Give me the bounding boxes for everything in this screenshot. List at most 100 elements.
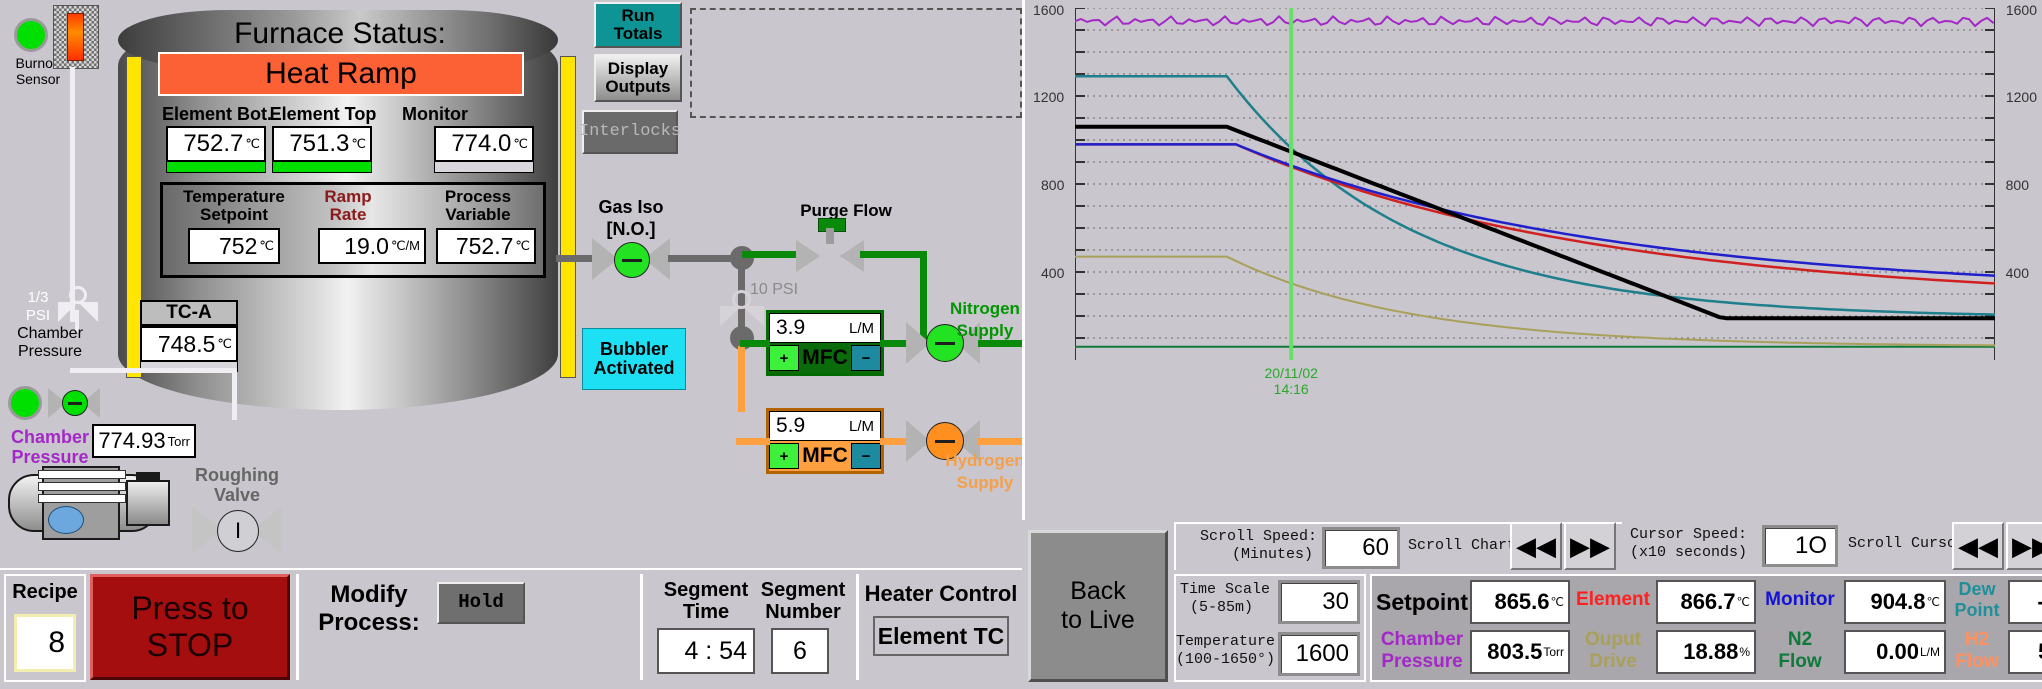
scroll-chart-forward-button[interactable]: ▶▶ [1564,522,1616,570]
time-scale-value-field[interactable]: 30 [1278,580,1360,624]
purge-flow-valve[interactable] [796,218,864,272]
readout-label-output-drive-line1: Ouput [1585,629,1641,650]
h2-pipe-mid [880,438,908,445]
readout-value-setpoint: 865.6 [1494,589,1550,614]
readout-label-setpoint: Setpoint [1376,589,1468,615]
ramp-rate-label-line2: Rate [329,205,367,224]
scroll-cursor-back-button[interactable]: ◀◀ [1952,522,2004,570]
element-bot-value: 752.7 [183,130,244,157]
purge-pipe-out [860,251,926,258]
scroll-cursor-forward-button[interactable]: ▶▶ [2006,522,2042,570]
segment-number-label-line1: Segment [760,579,846,601]
gas-iso-valve[interactable] [592,238,670,280]
readout-value-h2-flow-box: 5.03 L/M [2008,630,2042,674]
mimic-panel: Burnoff Sensor Furnace Status: Heat Ramp… [0,0,1025,568]
chamber-pressure-lamp[interactable] [8,386,42,420]
ramp-rate-value-box[interactable]: 19.0 ℃/M [318,228,426,264]
modify-process-label-line2: Process: [318,609,420,636]
monitor-value-box[interactable]: 774.0 ℃ [434,126,534,162]
h2-flow-value: 5.9 [776,414,806,437]
gas-iso-label-line2: [N.O.] [606,219,656,239]
segment-time-value-box[interactable]: 4 : 54 [657,628,755,674]
burnoff-sensor-label-line2: Sensor [15,71,61,87]
h2-mfc-decrease-button[interactable]: − [851,443,881,469]
burnoff-indicator-lamp[interactable] [14,18,48,52]
process-variable-label-line2: Variable [445,205,511,224]
h2-mfc[interactable]: 5.9 L/M + MFC − [766,408,884,474]
display-outputs-button[interactable]: Display Outputs [594,54,682,102]
readout-value-monitor-box: 904.8 ℃ [1844,580,1946,624]
stop-button[interactable]: Press to STOP [90,574,290,680]
gas-iso-pipe-in [556,255,592,262]
heater-control-value: Element TC [877,622,1005,649]
readout-value-output-drive-box: 18.88 % [1656,630,1756,674]
cursor-speed-label-line2: (x10 seconds) [1630,544,1748,561]
chart-ytick-right-1200: 1200 [2005,89,2037,105]
readout-label-dew-point-line1: Dew [1958,579,1996,599]
temperature-range-value-field[interactable]: 1600 [1278,632,1360,676]
recipe-value-box[interactable]: 8 [14,614,76,672]
element-top-unit: ℃ [351,136,366,151]
back-to-live-label-line1: Back [1070,577,1126,605]
element-top-value-box[interactable]: 751.3 ℃ [272,126,372,162]
temperature-setpoint-value: 752 [219,232,258,259]
nitrogen-supply-label-line1: Nitrogen [950,299,1020,318]
time-scale-label-line2: (5-85m) [1190,599,1254,616]
element-top-value: 751.3 [289,130,350,157]
process-variable-value-box[interactable]: 752.7 ℃ [436,228,536,264]
roughing-valve[interactable]: I [192,506,282,554]
chamber-pressure-value-box[interactable]: 774.93 Torr [92,424,196,458]
scroll-speed-value-field[interactable]: 60 [1322,527,1400,569]
readout-label-monitor: Monitor [1765,589,1835,610]
vacuum-pipe-v [232,368,237,420]
readout-unit-setpoint: ℃ [1550,595,1564,609]
readout-label-element: Element [1576,589,1650,610]
n2-mfc-decrease-button[interactable]: − [851,345,881,371]
back-to-live-button[interactable]: Back to Live [1028,530,1168,682]
ramp-rate-unit: ℃/M [390,238,420,253]
h2-branch-down [738,346,745,412]
readout-value-element: 866.7 [1680,589,1736,614]
readout-unit-monitor: ℃ [1926,595,1940,609]
scroll-chart-back-button[interactable]: ◀◀ [1510,522,1562,570]
element-top-bargraph [272,162,372,173]
readout-value-dew-point-box: -46.6 ℃ [2008,580,2042,624]
monitor-bargraph [434,162,534,173]
cursor-speed-value-field[interactable]: 1O [1762,525,1838,567]
element-bot-value-box[interactable]: 752.7 ℃ [166,126,266,162]
readout-unit-output-drive: % [1739,645,1750,659]
chart-ytick-left-400: 400 [1041,265,1065,281]
n2-mfc[interactable]: 3.9 L/M + MFC − [766,310,884,376]
n2-mfc-label: MFC [802,346,848,369]
segment-number-value-box[interactable]: 6 [771,628,829,674]
gas-relief-valve-icon [720,290,764,330]
run-totals-button[interactable]: Run Totals [594,2,682,48]
element-top-label: Element Top [269,104,377,124]
readout-label-output-drive-line2: Drive [1589,651,1637,672]
trend-chart-svg[interactable] [1075,8,1995,360]
n2-mfc-increase-button[interactable]: + [769,345,799,371]
bubbler-status-box[interactable]: Bubbler Activated [582,328,686,390]
trend-chart-panel[interactable]: 1600 1200 800 400 1600 1200 800 400 20/1… [1022,0,2042,520]
scroll-chart-back-icon: ◀◀ [1516,530,1556,561]
interlocks-button[interactable]: Interlocks [578,110,682,154]
readout-unit-n2-flow: L/M [1919,645,1940,659]
purge-pipe-in [742,251,796,258]
recipe-group: Recipe 8 [4,574,86,682]
furnace-status-value-box: Heat Ramp [158,52,524,96]
hold-button[interactable]: Hold [437,582,525,624]
chart-ytick-left-1200: 1200 [1033,89,1065,105]
interlocks-label: Interlocks [578,122,682,142]
chamber-isolation-valve[interactable] [48,388,100,418]
h2-mfc-increase-button[interactable]: + [769,443,799,469]
heater-control-selector[interactable]: Element TC [873,616,1009,656]
roughing-valve-state: I [217,510,259,552]
temperature-setpoint-value-box[interactable]: 752 ℃ [188,228,280,264]
temperature-range-label-line2: (100-1650°) [1176,651,1276,668]
hold-button-label: Hold [458,591,504,614]
psi-third-label-line2: PSI [25,307,51,324]
readout-label-dew-point-line2: Point [1954,600,2000,620]
monitor-label: Monitor [402,104,468,124]
tc-a-value-box[interactable]: 748.5 ℃ [140,326,238,362]
cursor-speed-label-line1: Cursor Speed: [1630,526,1748,543]
